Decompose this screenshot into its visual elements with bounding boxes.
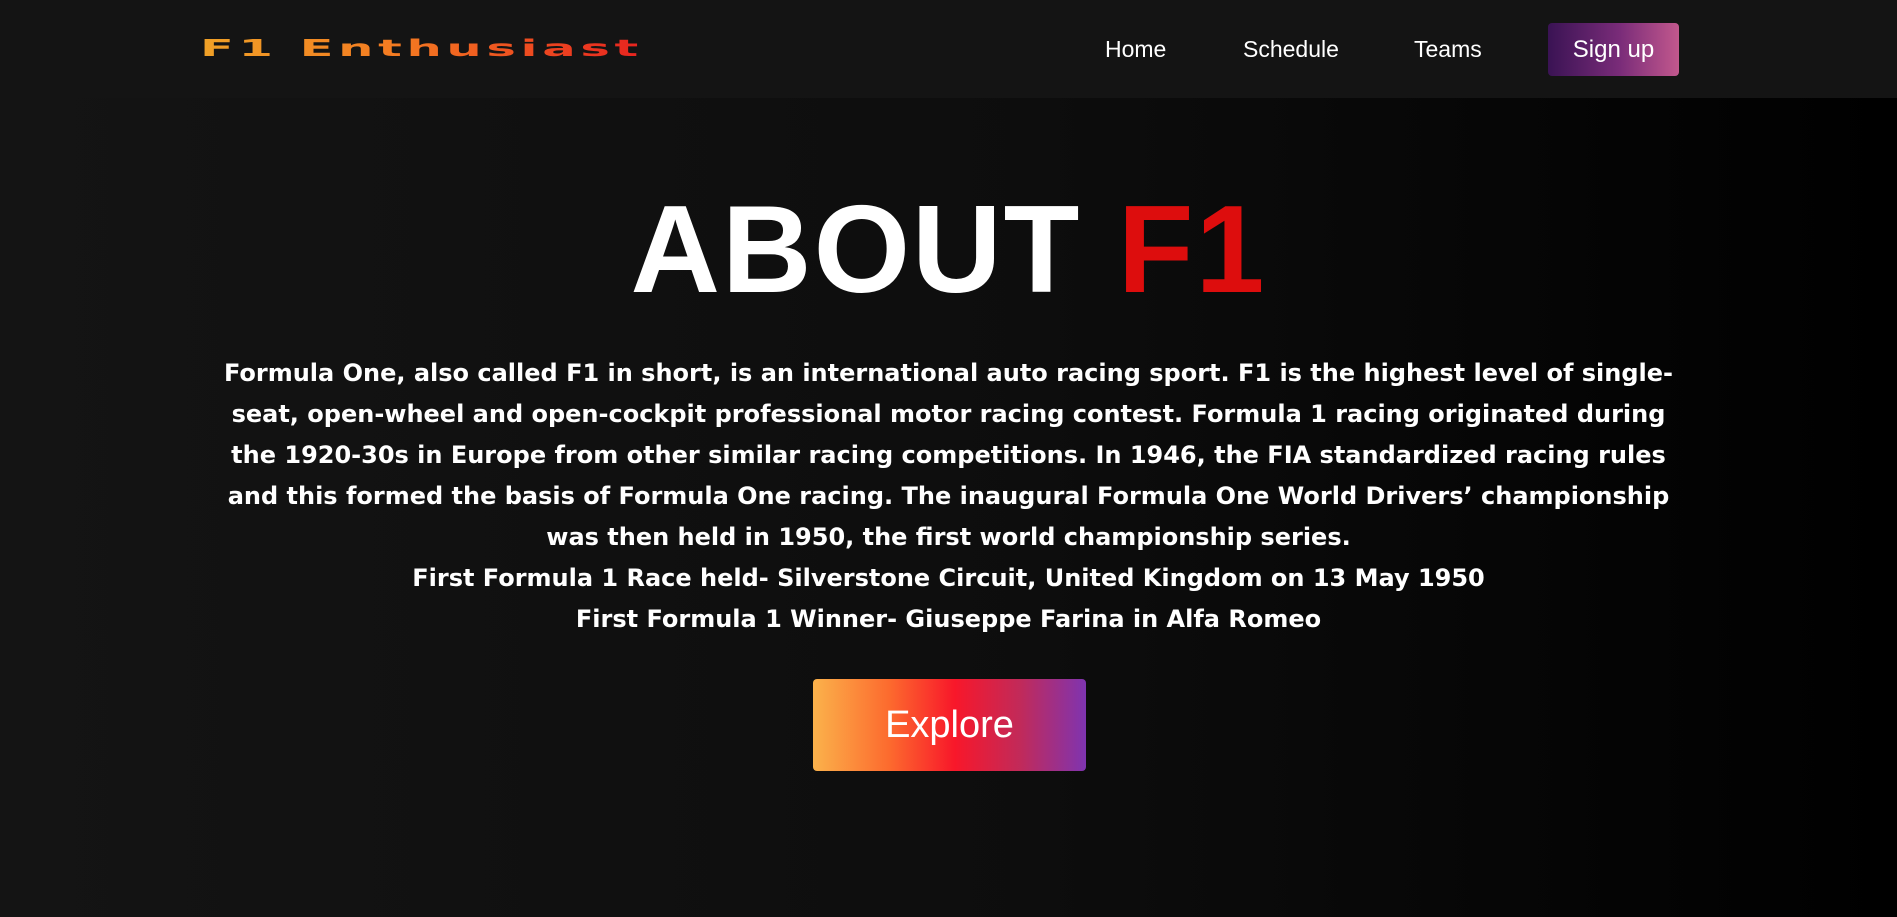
page-title: ABOUT F1: [0, 180, 1897, 320]
nav-link-teams[interactable]: Teams: [1414, 34, 1482, 64]
navbar: F1 Enthusiast Home Schedule Teams Sign u…: [0, 0, 1897, 98]
title-main: ABOUT: [630, 181, 1082, 319]
nav-link-home[interactable]: Home: [1105, 34, 1166, 64]
nav-link-schedule[interactable]: Schedule: [1243, 34, 1339, 64]
explore-button[interactable]: Explore: [813, 679, 1086, 771]
about-text: Formula One, also called F1 in short, is…: [220, 353, 1677, 640]
signup-button[interactable]: Sign up: [1548, 23, 1679, 76]
first-race-fact: First Formula 1 Race held- Silverstone C…: [412, 564, 1485, 592]
about-paragraph: Formula One, also called F1 in short, is…: [223, 359, 1674, 551]
site-logo[interactable]: F1 Enthusiast: [200, 34, 643, 63]
first-winner-fact: First Formula 1 Winner- Giuseppe Farina …: [575, 605, 1322, 633]
title-accent: F1: [1117, 181, 1267, 319]
